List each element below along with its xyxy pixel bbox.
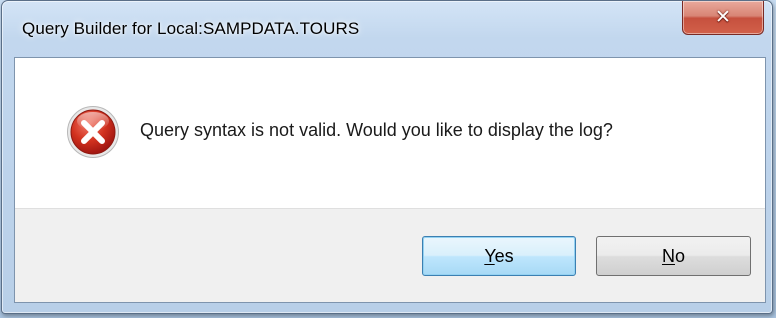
no-label-rest: o — [674, 245, 685, 266]
no-button[interactable]: No — [596, 236, 751, 276]
error-icon — [67, 106, 119, 158]
message-dialog: Query Builder for Local:SAMPDATA.TOURS ✕ — [1, 0, 773, 314]
no-button-label: No — [662, 246, 685, 267]
yes-label-rest: es — [494, 245, 514, 266]
yes-button[interactable]: Yes — [422, 236, 576, 276]
close-button[interactable]: ✕ — [682, 1, 764, 35]
title-bar[interactable]: Query Builder for Local:SAMPDATA.TOURS ✕ — [2, 1, 772, 57]
error-message: Query syntax is not valid. Would you lik… — [140, 120, 613, 140]
message-area: Query syntax is not valid. Would you lik… — [15, 58, 765, 208]
dialog-body: Query syntax is not valid. Would you lik… — [14, 57, 766, 303]
close-icon: ✕ — [715, 6, 731, 28]
yes-button-label: Yes — [484, 246, 513, 267]
no-accelerator: N — [661, 245, 675, 266]
yes-accelerator: Y — [484, 245, 495, 266]
button-bar: Yes No — [15, 208, 765, 302]
dialog-title: Query Builder for Local:SAMPDATA.TOURS — [22, 19, 360, 38]
